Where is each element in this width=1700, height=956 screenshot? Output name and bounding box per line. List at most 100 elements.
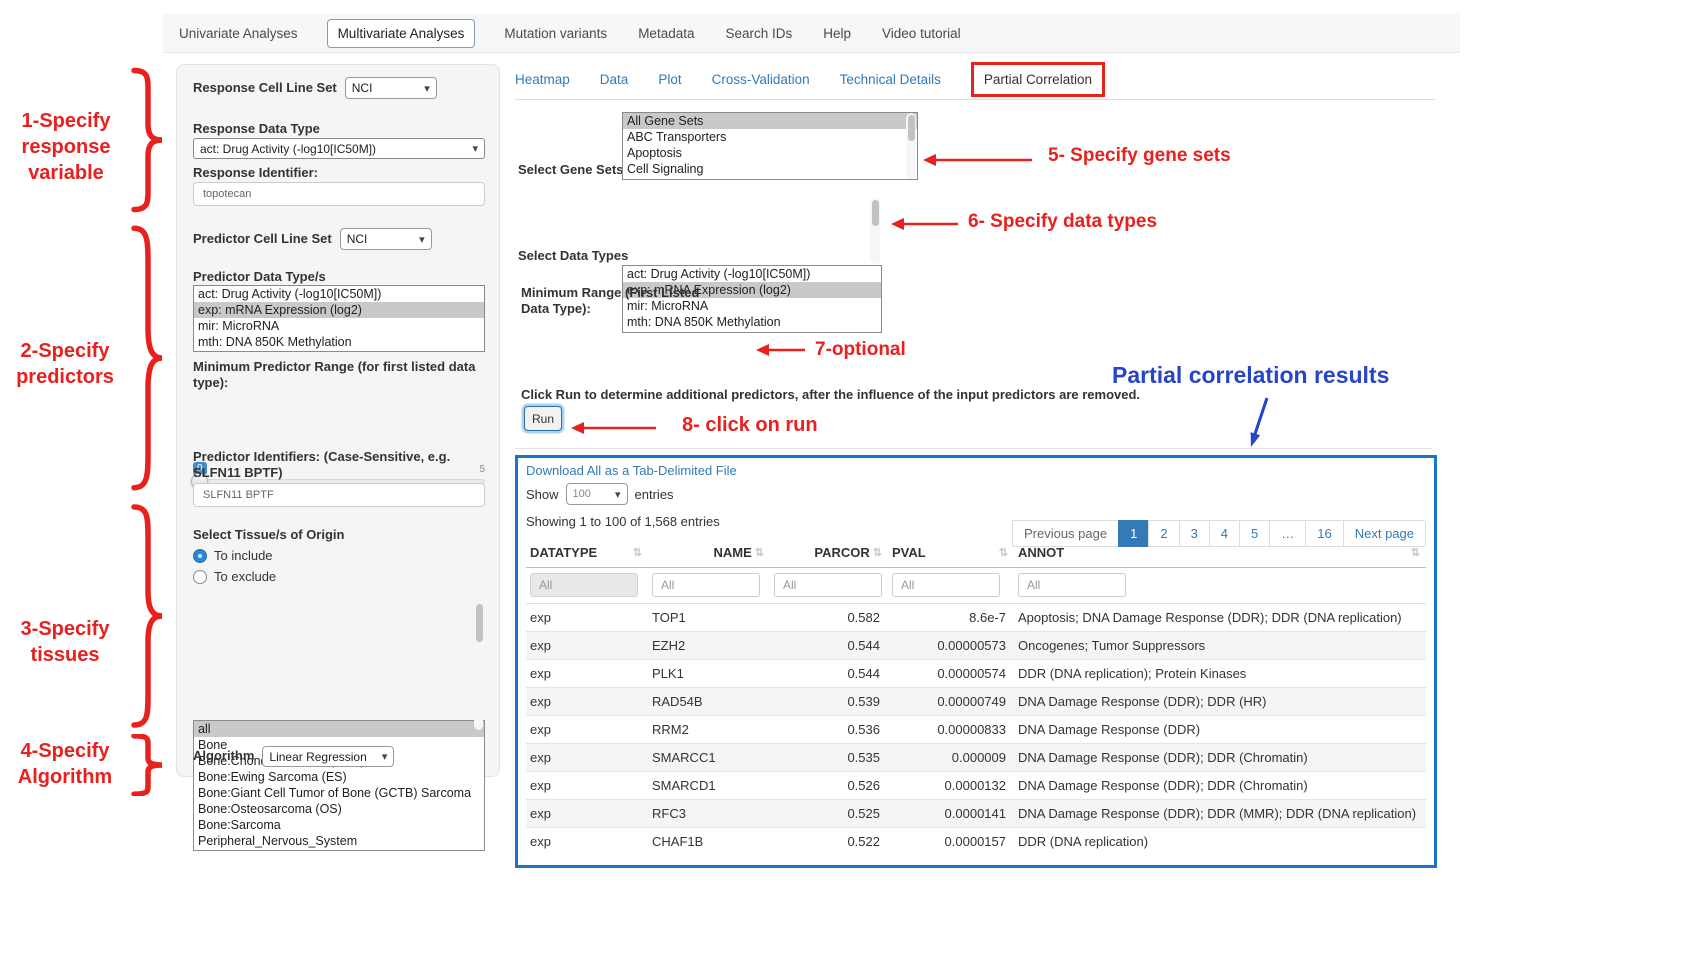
page-button[interactable]: Next page xyxy=(1343,520,1426,547)
listbox-option[interactable]: act: Drug Activity (-log10[IC50M]) xyxy=(623,266,881,282)
cell-annot: DDR (DNA replication) xyxy=(1014,828,1426,856)
sort-icon[interactable]: ⇅ xyxy=(1411,546,1420,559)
download-link[interactable]: Download All as a Tab-Delimited File xyxy=(526,463,1426,478)
listbox-option[interactable]: Bone:Osteosarcoma (OS) xyxy=(194,801,484,817)
cell-parcor: 0.539 xyxy=(770,688,888,716)
listbox-option[interactable]: mir: MicroRNA xyxy=(194,318,484,334)
annotation-step3: 3-Specify tissues xyxy=(10,616,120,668)
response-cell-line-set-select[interactable]: NCI▾ xyxy=(345,77,437,99)
cell-parcor: 0.544 xyxy=(770,632,888,660)
cell-name: RRM2 xyxy=(648,716,770,744)
cell-pval: 0.00000573 xyxy=(888,632,1014,660)
page-button[interactable]: Previous page xyxy=(1012,520,1119,547)
scrollbar[interactable] xyxy=(870,198,880,264)
predictor-identifiers-input[interactable] xyxy=(193,483,485,507)
tissue-listbox[interactable]: allBoneBone:Chondrosarcoma (CHS)Bone:Ewi… xyxy=(193,720,485,851)
filter-input-annot[interactable] xyxy=(1018,573,1126,597)
scrollbar[interactable] xyxy=(906,113,916,179)
cell-datatype: exp xyxy=(526,772,648,800)
filter-input-datatype[interactable] xyxy=(530,573,638,597)
listbox-option[interactable]: Apoptosis xyxy=(623,145,917,161)
top-nav: Univariate Analyses Multivariate Analyses… xyxy=(163,14,1460,53)
page-button[interactable]: 1 xyxy=(1118,520,1149,547)
result-tab[interactable]: Technical Details xyxy=(840,72,941,87)
listbox-option[interactable]: act: Drug Activity (-log10[IC50M]) xyxy=(194,286,484,302)
top-nav-tab[interactable]: Search IDs xyxy=(723,19,794,48)
sort-icon[interactable]: ⇅ xyxy=(873,546,882,559)
listbox-option[interactable]: Bone:Giant Cell Tumor of Bone (GCTB) Sar… xyxy=(194,785,484,801)
cell-pval: 0.00000749 xyxy=(888,688,1014,716)
listbox-option[interactable]: exp: mRNA Expression (log2) xyxy=(194,302,484,318)
red-arrow-icon xyxy=(570,420,658,441)
scrollbar-thumb[interactable] xyxy=(476,604,483,642)
page-button[interactable]: … xyxy=(1269,520,1306,547)
top-nav-tab[interactable]: Multivariate Analyses xyxy=(327,19,476,48)
filter-input-parcor[interactable] xyxy=(774,573,882,597)
sort-icon[interactable]: ⇅ xyxy=(999,546,1008,559)
column-header[interactable]: PARCOR ⇅ xyxy=(770,539,888,568)
table-row: exp TOP1 0.582 8.6e-7 Apoptosis; DNA Dam… xyxy=(526,604,1426,632)
response-data-type-select[interactable]: act: Drug Activity (-log10[IC50M])▾ xyxy=(193,138,485,159)
column-header[interactable]: DATATYPE ⇅ xyxy=(526,539,648,568)
listbox-option[interactable]: all xyxy=(194,721,484,737)
result-tab[interactable]: Heatmap xyxy=(515,72,570,87)
result-tab[interactable]: Partial Correlation xyxy=(971,62,1105,97)
data-types-label: Select Data Types xyxy=(518,248,628,264)
gene-sets-listbox[interactable]: All Gene SetsABC TransportersApoptosisCe… xyxy=(622,112,918,180)
gene-sets-label: Select Gene Sets xyxy=(518,162,624,178)
column-header[interactable]: NAME ⇅ xyxy=(648,539,770,568)
predictor-identifiers-label: Predictor Identifiers: (Case-Sensitive, … xyxy=(193,449,485,482)
app-root: Univariate Analyses Multivariate Analyses… xyxy=(0,0,1700,956)
algorithm-select[interactable]: Linear Regression▾ xyxy=(262,746,394,767)
cell-name: RAD54B xyxy=(648,688,770,716)
column-header[interactable]: PVAL ⇅ xyxy=(888,539,1014,568)
filter-input-name[interactable] xyxy=(652,573,760,597)
cell-pval: 0.000009 xyxy=(888,744,1014,772)
red-arrow-icon xyxy=(890,216,960,237)
response-cell-line-set-label: Response Cell Line Set xyxy=(193,80,337,96)
listbox-option[interactable]: Bone:Ewing Sarcoma (ES) xyxy=(194,769,484,785)
top-nav-tab[interactable]: Video tutorial xyxy=(880,19,963,48)
annotation-step1: 1-Specify response variable xyxy=(6,108,126,186)
include-radio[interactable] xyxy=(193,549,207,563)
filter-input-pval[interactable] xyxy=(892,573,1000,597)
annotation-step2: 2-Specify predictors xyxy=(4,338,126,390)
page-button[interactable]: 4 xyxy=(1209,520,1240,547)
scrollbar-thumb[interactable] xyxy=(872,200,879,226)
cell-pval: 8.6e-7 xyxy=(888,604,1014,632)
scrollbar[interactable] xyxy=(474,602,483,730)
exclude-radio[interactable] xyxy=(193,570,207,584)
sort-icon[interactable]: ⇅ xyxy=(755,546,764,559)
chevron-down-icon: ▾ xyxy=(419,233,425,246)
page-button[interactable]: 5 xyxy=(1239,520,1270,547)
top-nav-tab[interactable]: Help xyxy=(821,19,853,48)
listbox-option[interactable]: Peripheral_Nervous_System xyxy=(194,833,484,849)
cell-datatype: exp xyxy=(526,828,648,856)
page-button[interactable]: 3 xyxy=(1179,520,1210,547)
predictor-cell-line-set-select[interactable]: NCI▾ xyxy=(340,228,432,250)
listbox-option[interactable]: Cell Signaling xyxy=(623,161,917,177)
result-tab[interactable]: Cross-Validation xyxy=(712,72,810,87)
predictor-data-types-listbox[interactable]: act: Drug Activity (-log10[IC50M])exp: m… xyxy=(193,285,485,352)
top-nav-tab[interactable]: Mutation variants xyxy=(502,19,609,48)
results-panel: Download All as a Tab-Delimited File Sho… xyxy=(515,455,1437,868)
top-nav-tab[interactable]: Univariate Analyses xyxy=(177,19,300,48)
table-row: exp PLK1 0.544 0.00000574 DDR (DNA repli… xyxy=(526,660,1426,688)
response-identifier-input[interactable] xyxy=(193,182,485,206)
run-button[interactable]: Run xyxy=(524,406,562,431)
sort-icon[interactable]: ⇅ xyxy=(633,546,642,559)
listbox-option[interactable]: Bone:Sarcoma xyxy=(194,817,484,833)
result-tab[interactable]: Data xyxy=(600,72,629,87)
page-button[interactable]: 2 xyxy=(1148,520,1179,547)
listbox-option[interactable]: ABC Transporters xyxy=(623,129,917,145)
show-entries-select[interactable]: 100▾ xyxy=(566,483,628,505)
cell-parcor: 0.522 xyxy=(770,828,888,856)
scrollbar-thumb[interactable] xyxy=(908,115,915,141)
result-tab[interactable]: Plot xyxy=(658,72,681,87)
listbox-option[interactable]: mth: DNA 850K Methylation xyxy=(194,334,484,350)
page-button[interactable]: 16 xyxy=(1305,520,1343,547)
listbox-option[interactable]: All Gene Sets xyxy=(623,113,917,129)
red-arrow-icon xyxy=(755,342,807,363)
top-nav-tab[interactable]: Metadata xyxy=(636,19,696,48)
cell-annot: DNA Damage Response (DDR); DDR (HR) xyxy=(1014,688,1426,716)
